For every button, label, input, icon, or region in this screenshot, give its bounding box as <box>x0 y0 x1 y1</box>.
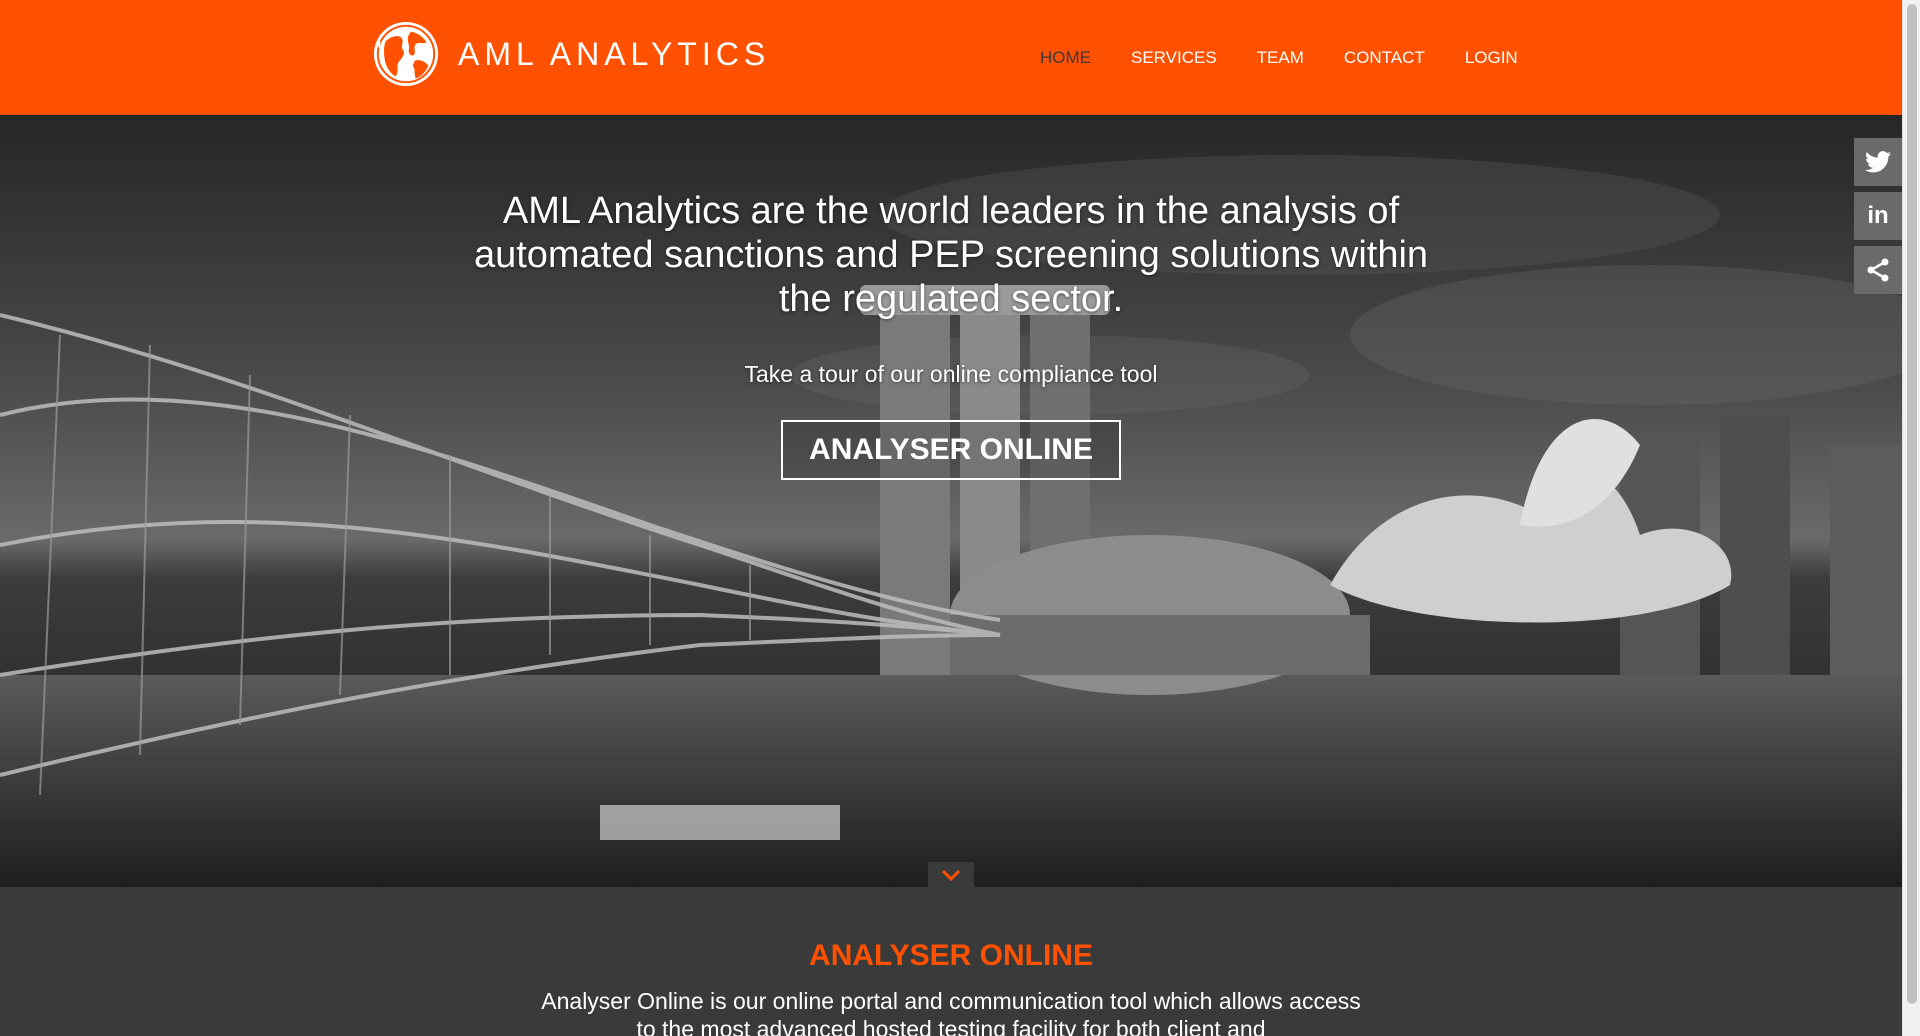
twitter-share-button[interactable] <box>1854 138 1902 186</box>
hero-subheadline: Take a tour of our online compliance too… <box>744 361 1158 387</box>
nav-contact[interactable]: CONTACT <box>1324 40 1445 76</box>
section-title: ANALYSER ONLINE <box>809 939 1093 972</box>
analyser-online-button[interactable]: ANALYSER ONLINE <box>781 420 1121 480</box>
social-share-bar: in <box>1854 138 1902 300</box>
globe-icon <box>373 21 439 87</box>
main-nav: HOME SERVICES TEAM CONTACT LOGIN <box>1020 40 1538 76</box>
scroll-down-button[interactable] <box>928 862 974 887</box>
hero-section: AML Analytics are the world leaders in t… <box>0 115 1902 887</box>
page: AML ANALYTICS HOME SERVICES TEAM CONTACT… <box>0 0 1920 1036</box>
section-body-text: Analyser Online is our online portal and… <box>541 988 1361 1036</box>
hero-headline: AML Analytics are the world leaders in t… <box>473 190 1429 320</box>
nav-team[interactable]: TEAM <box>1237 40 1324 76</box>
share-button[interactable] <box>1854 246 1902 294</box>
chevron-down-icon <box>941 869 961 881</box>
site-header: AML ANALYTICS HOME SERVICES TEAM CONTACT… <box>0 0 1902 115</box>
nav-login[interactable]: LOGIN <box>1445 40 1538 76</box>
share-icon <box>1867 258 1889 282</box>
nav-services[interactable]: SERVICES <box>1111 40 1237 76</box>
linkedin-icon: in <box>1867 202 1889 229</box>
twitter-icon <box>1865 151 1891 173</box>
logo[interactable]: AML ANALYTICS <box>372 19 770 89</box>
brand-name: AML ANALYTICS <box>458 35 771 72</box>
scrollbar-thumb[interactable] <box>1907 4 1917 1004</box>
page-scrollbar[interactable] <box>1902 0 1920 1036</box>
analyser-online-section: ANALYSER ONLINE Analyser Online is our o… <box>0 887 1902 1036</box>
linkedin-share-button[interactable]: in <box>1854 192 1902 240</box>
nav-home[interactable]: HOME <box>1020 40 1111 76</box>
